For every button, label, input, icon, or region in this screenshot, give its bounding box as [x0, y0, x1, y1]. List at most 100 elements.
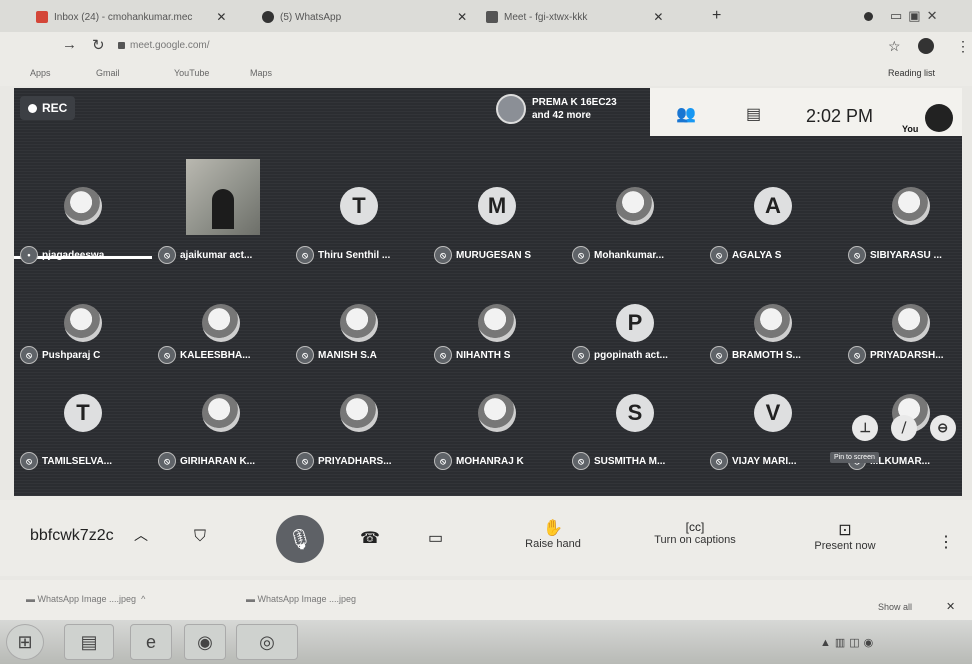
participant-name: ajaikumar act...: [180, 249, 253, 261]
downloads-bar: [0, 580, 972, 620]
participant-avatar: T: [64, 394, 102, 432]
hand-icon: ✋: [543, 520, 563, 537]
participant-name-tag: ⦸ Pushparaj C: [20, 346, 100, 364]
participant-name-tag: ⦸ BRAMOTH S...: [710, 346, 801, 364]
mic-off-icon: ⦸: [710, 246, 728, 264]
participant-name: MOHANRAJ K: [456, 455, 524, 467]
show-all-link[interactable]: Show all: [878, 602, 912, 612]
more-options-icon[interactable]: ⋮: [938, 532, 954, 552]
chevron-up-icon[interactable]: ︿: [134, 525, 148, 545]
captions-button[interactable]: [cc] Turn on captions: [640, 520, 750, 546]
new-tab-button[interactable]: +: [712, 7, 721, 25]
download-item[interactable]: ▬ WhatsApp Image ....jpeg: [246, 594, 356, 604]
participant-name: Thiru Senthil ...: [318, 249, 391, 261]
bookmark-youtube[interactable]: YouTube: [174, 68, 209, 78]
media-icon: ◉: [197, 631, 213, 652]
participant-avatar: V: [754, 394, 792, 432]
participant-avatar: [478, 394, 516, 432]
participant-name: TAMILSELVA...: [42, 455, 112, 467]
window-controls[interactable]: ▭▣✕: [890, 8, 943, 24]
participant-avatar: [64, 187, 102, 225]
remove-icon[interactable]: ⊖: [929, 415, 956, 441]
taskbar-chrome[interactable]: ◎: [236, 624, 298, 660]
people-icon[interactable]: 👥: [676, 104, 696, 124]
reload-icon[interactable]: ↻: [92, 36, 105, 54]
reading-list[interactable]: Reading list: [888, 68, 935, 78]
gmail-icon: [36, 11, 48, 23]
participant-name-tag: • pjagadeeswa...: [20, 246, 113, 264]
tab-whatsapp[interactable]: (5) WhatsApp ✕: [262, 6, 467, 28]
leave-call-icon[interactable]: ☎: [360, 528, 380, 548]
participant-name-tag: ⦸ SIBIYARASU ...: [848, 246, 942, 264]
participant-name-tag: ⦸ TAMILSELVA...: [20, 452, 112, 470]
forward-icon[interactable]: →: [62, 36, 77, 53]
mic-off-icon: ⦸: [158, 246, 176, 264]
participant-name: GIRIHARAN K...: [180, 455, 255, 467]
participant-name-tag: ⦸ KALEESBHA...: [158, 346, 251, 364]
close-tab-icon[interactable]: ✕: [216, 10, 226, 24]
shield-icon[interactable]: ⛉: [194, 528, 206, 546]
participant-name: KALEESBHA...: [180, 349, 251, 361]
mute-participant-icon[interactable]: ⧸: [890, 415, 917, 441]
pin-icon[interactable]: ⊥: [852, 415, 879, 441]
you-label: You: [902, 124, 919, 134]
tab-gmail[interactable]: Inbox (24) - cmohankumar.mec ✕: [36, 6, 226, 28]
taskbar-ie[interactable]: e: [130, 624, 172, 660]
mic-off-icon: ⦸: [710, 346, 728, 364]
present-button[interactable]: ⊡ Present now: [800, 520, 890, 552]
url-field[interactable]: meet.google.com/: [130, 40, 210, 51]
participant-name: PRIYADHARS...: [318, 455, 392, 467]
taskbar-explorer[interactable]: ▤: [64, 624, 114, 660]
participant-name: MURUGESAN S: [456, 249, 532, 261]
bookmarks-bar: Apps Gmail YouTube Maps Reading list: [0, 60, 972, 86]
start-button[interactable]: ⊞: [6, 624, 44, 660]
presenter-avatar: [496, 94, 526, 124]
participant-name-tag: ⦸ pgopinath act...: [572, 346, 668, 364]
profile-avatar[interactable]: [918, 38, 934, 54]
mic-off-icon: ⦸: [296, 346, 314, 364]
raise-hand-button[interactable]: ✋ Raise hand: [520, 518, 586, 550]
mic-off-icon: ⦸: [296, 452, 314, 470]
bookmark-star-icon[interactable]: ☆: [888, 38, 901, 55]
participant-name: pjagadeeswa...: [42, 249, 113, 261]
mic-off-button[interactable]: 🎙: [276, 515, 324, 563]
raise-hand-label: Raise hand: [525, 538, 581, 550]
participant-avatar: [64, 304, 102, 342]
bookmark-gmail[interactable]: Gmail: [96, 68, 120, 78]
camera-icon[interactable]: ▭: [428, 528, 443, 548]
tab-meet[interactable]: Meet - fgi-xtwx-kkk ✕: [486, 6, 663, 28]
folder-icon: ▤: [80, 631, 98, 652]
chat-icon[interactable]: ▤: [746, 104, 761, 124]
self-avatar[interactable]: [925, 104, 953, 132]
mic-off-icon: ⦸: [572, 346, 590, 364]
participant-name-tag: ⦸ Mohankumar...: [572, 246, 664, 264]
close-downloads-icon[interactable]: ✕: [946, 600, 955, 613]
captions-label: Turn on captions: [654, 534, 736, 546]
close-tab-icon[interactable]: ✕: [653, 10, 663, 24]
mic-off-icon: ⦸: [20, 346, 38, 364]
participant-name: ...LKUMAR...: [870, 455, 930, 467]
whatsapp-icon: [262, 11, 274, 23]
mic-off-icon: ⦸: [158, 452, 176, 470]
participant-name: Pushparaj C: [42, 349, 101, 361]
participant-name-tag: ⦸ MOHANRAJ K: [434, 452, 524, 470]
pin-tooltip: Pin to screen: [830, 452, 879, 463]
download-item[interactable]: ▬ WhatsApp Image ....jpeg ^: [26, 594, 145, 604]
presenter-chip[interactable]: PREMA K 16EC23 and 42 more: [496, 94, 617, 124]
meeting-code[interactable]: bbfcwk7z2c: [30, 527, 114, 545]
close-tab-icon[interactable]: ✕: [457, 10, 467, 24]
bookmark-apps[interactable]: Apps: [30, 68, 51, 78]
participant-name: PRIYADARSH...: [870, 349, 944, 361]
taskbar-media[interactable]: ◉: [184, 624, 226, 660]
participant-avatar: [340, 304, 378, 342]
participant-avatar: [892, 187, 930, 225]
windows-icon: ⊞: [17, 631, 33, 652]
audio-level-icon: •: [20, 246, 38, 264]
participant-name-tag: ⦸ AGALYA S: [710, 246, 781, 264]
participant-avatar: [754, 304, 792, 342]
menu-icon[interactable]: ⋮: [956, 38, 970, 55]
mic-off-icon: ⦸: [434, 452, 452, 470]
bookmark-maps[interactable]: Maps: [250, 68, 272, 78]
participant-avatar: A: [754, 187, 792, 225]
system-tray[interactable]: ▲▥◫◉: [820, 636, 877, 649]
